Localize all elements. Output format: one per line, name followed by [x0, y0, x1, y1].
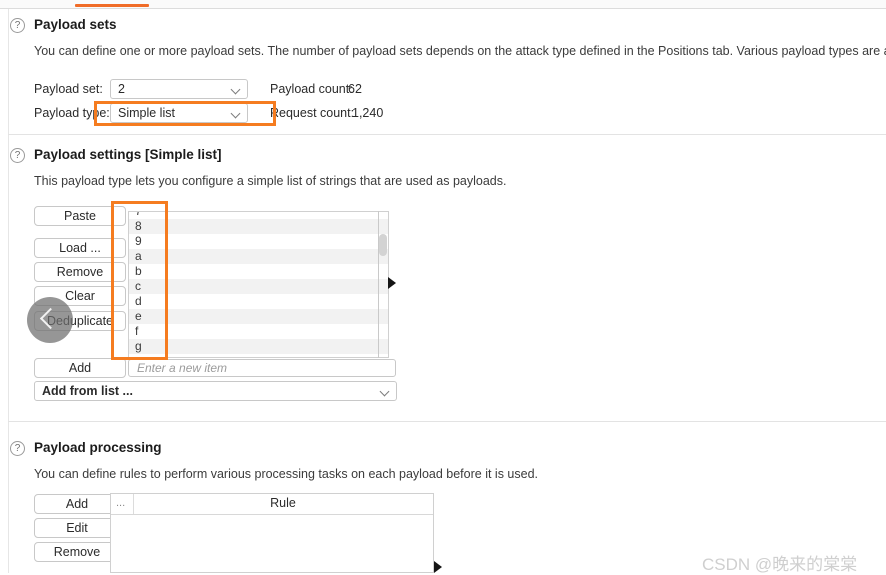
question-circle-icon-payload-processing[interactable]: ?: [10, 441, 25, 456]
payload-list-item[interactable]: e: [129, 309, 388, 324]
payload-sets-title: Payload sets: [34, 17, 117, 32]
payload-type-select[interactable]: Simple list: [110, 103, 248, 123]
question-circle-icon-payload-settings[interactable]: ?: [10, 148, 25, 163]
payload-sets-description: You can define one or more payload sets.…: [34, 44, 886, 58]
question-circle-icon-payload-sets[interactable]: ?: [10, 18, 25, 33]
chevron-left-icon: [39, 307, 62, 330]
payload-count-value: 62: [348, 82, 362, 96]
payload-list-item[interactable]: 7: [129, 212, 388, 219]
divider-payload-sets: [8, 134, 886, 135]
payload-set-value: 2: [118, 82, 125, 96]
add-from-list-label: Add from list ...: [42, 384, 133, 398]
payload-list-item[interactable]: d: [129, 294, 388, 309]
chevron-down-icon-payload-set: [232, 86, 240, 91]
payload-set-label: Payload set:: [34, 82, 103, 96]
payload-list-item[interactable]: g: [129, 339, 388, 354]
rules-table-header: ... Rule: [111, 494, 433, 515]
load-button[interactable]: Load ...: [34, 238, 126, 258]
payload-list-item[interactable]: f: [129, 324, 388, 339]
splitter-expand-right-icon-payloads[interactable]: [388, 277, 396, 289]
add-from-list-select[interactable]: Add from list ...: [34, 381, 397, 401]
payload-processing-description: You can define rules to perform various …: [34, 467, 538, 481]
back-navigation-button[interactable]: [27, 297, 73, 343]
payload-count-label: Payload count:: [270, 82, 353, 96]
splitter-expand-right-icon-processing[interactable]: [434, 561, 442, 573]
payload-settings-title: Payload settings [Simple list]: [34, 147, 222, 162]
tab-settings[interactable]: Settings: [250, 0, 330, 8]
payload-list[interactable]: 789abcdefg: [128, 211, 389, 358]
payload-list-scrollbar-thumb[interactable]: [379, 234, 387, 256]
intruder-tab-strip: Positions Payloads Resource pool Setting…: [0, 0, 886, 9]
payload-settings-description: This payload type lets you configure a s…: [34, 174, 507, 188]
payload-list-splitter[interactable]: [378, 211, 379, 358]
rules-col-dots-header: ...: [116, 497, 126, 509]
request-count-label: Request count:: [270, 106, 355, 120]
payload-processing-title: Payload processing: [34, 440, 162, 455]
payload-set-select[interactable]: 2: [110, 79, 248, 99]
payload-type-label: Payload type:: [34, 106, 110, 120]
chevron-down-icon-add-from-list: [381, 388, 389, 393]
processing-remove-button[interactable]: Remove: [34, 542, 120, 562]
payload-type-value: Simple list: [118, 106, 175, 120]
csdn-watermark: CSDN @晚来的棠棠: [702, 555, 858, 574]
tab-active-underline: [75, 4, 149, 7]
processing-edit-button[interactable]: Edit: [34, 518, 120, 538]
payload-list-item[interactable]: b: [129, 264, 388, 279]
payload-list-item[interactable]: a: [129, 249, 388, 264]
new-item-input[interactable]: Enter a new item: [128, 359, 396, 377]
payload-processing-rules-table[interactable]: ... Rule: [110, 493, 434, 573]
rules-col-rule-header: Rule: [270, 496, 296, 510]
payload-list-item[interactable]: 8: [129, 219, 388, 234]
payload-list-item[interactable]: c: [129, 279, 388, 294]
processing-add-button[interactable]: Add: [34, 494, 120, 514]
paste-button[interactable]: Paste: [34, 206, 126, 226]
payload-list-rows: 789abcdefg: [129, 212, 388, 354]
tab-resource-pool[interactable]: Resource pool: [155, 0, 265, 8]
panel-left-rule: [8, 9, 9, 573]
payload-list-item[interactable]: 9: [129, 234, 388, 249]
remove-button[interactable]: Remove: [34, 262, 126, 282]
request-count-value: 1,240: [352, 106, 384, 120]
add-item-button[interactable]: Add: [34, 358, 126, 378]
chevron-down-icon-payload-type: [232, 110, 240, 115]
divider-payload-settings: [8, 421, 886, 422]
new-item-placeholder: Enter a new item: [137, 361, 228, 375]
payloads-panel: ? Payload sets You can define one or mor…: [0, 9, 886, 574]
